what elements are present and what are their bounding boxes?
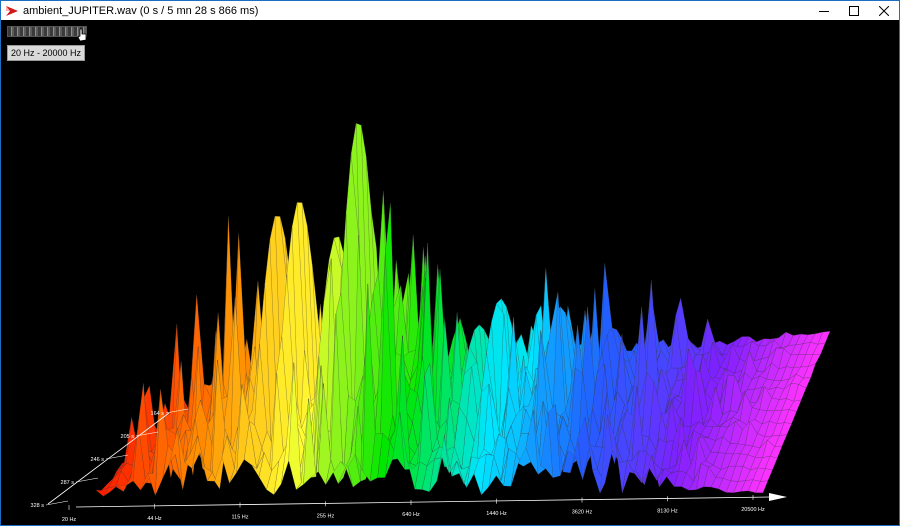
- time-tick-label: 328 s: [31, 503, 45, 509]
- close-button[interactable]: [869, 1, 899, 20]
- time-tick-label: 246 s: [91, 457, 105, 463]
- frequency-tick-label: 115 Hz: [231, 515, 248, 521]
- frequency-tick-label: 20 Hz: [62, 517, 77, 523]
- time-tick-label: 205 s: [121, 434, 135, 440]
- frequency-range-label: 20 Hz - 20000 Hz: [7, 45, 86, 61]
- time-tick-label: 287 s: [61, 480, 75, 486]
- title-bar[interactable]: ambient_JUPITER.wav (0 s / 5 mn 28 s 866…: [1, 1, 899, 20]
- time-tick-label: 164 s: [151, 411, 165, 417]
- frequency-tick-label: 44 Hz: [147, 516, 162, 522]
- spectrum-surface: [95, 123, 831, 497]
- minimize-button[interactable]: [809, 1, 839, 20]
- frequency-tick-label: 1440 Hz: [486, 511, 507, 517]
- window-title: ambient_JUPITER.wav (0 s / 5 mn 28 s 866…: [23, 4, 259, 17]
- app-window: ambient_JUPITER.wav (0 s / 5 mn 28 s 866…: [0, 0, 900, 526]
- frequency-tick-label: 640 Hz: [402, 512, 420, 518]
- time-tick: [105, 454, 129, 460]
- hand-cursor-icon[interactable]: [77, 28, 87, 42]
- app-icon: [6, 5, 18, 16]
- maximize-icon: [849, 5, 859, 16]
- frequency-tick-label: 3620 Hz: [572, 510, 593, 516]
- minimize-icon: [819, 10, 829, 12]
- frequency-axis-line: [75, 496, 772, 508]
- frequency-axis-arrow-icon: [769, 493, 787, 501]
- frequency-range-slider[interactable]: [7, 26, 87, 37]
- frequency-tick-label: 20500 Hz: [741, 507, 765, 513]
- maximize-button[interactable]: [839, 1, 869, 20]
- frequency-tick-label: 255 Hz: [317, 513, 335, 519]
- frequency-tick-label: 8130 Hz: [657, 508, 678, 514]
- close-icon: [879, 5, 889, 16]
- spectrum-3d-view[interactable]: 20 Hz 44 Hz 115 Hz 255 Hz 640 Hz 1440 Hz 3620 …: [1, 20, 899, 525]
